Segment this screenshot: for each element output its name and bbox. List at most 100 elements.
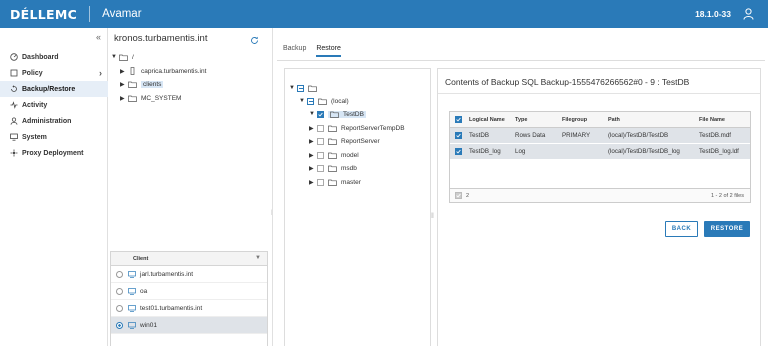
tab-restore[interactable]: Restore bbox=[316, 45, 341, 57]
row-radio[interactable] bbox=[116, 321, 123, 329]
checkbox[interactable] bbox=[317, 178, 324, 186]
tree-node-reportserver[interactable]: ▶ ReportServer bbox=[309, 135, 380, 147]
table-row[interactable]: TestDB Rows Data PRIMARY (local)/TestDB/… bbox=[450, 128, 750, 144]
refresh-icon[interactable] bbox=[250, 32, 259, 50]
back-button[interactable]: BACK bbox=[665, 221, 698, 237]
policy-icon bbox=[10, 69, 18, 77]
nav-item-administration[interactable]: Administration bbox=[0, 113, 108, 129]
client-table-header[interactable]: Client ▼ bbox=[111, 252, 267, 266]
checkbox-checked[interactable] bbox=[317, 110, 324, 118]
column-header-file-name[interactable]: File Name bbox=[699, 117, 749, 123]
checkbox[interactable] bbox=[317, 124, 324, 132]
folder-icon bbox=[330, 111, 339, 118]
footer-checkbox-cell[interactable] bbox=[450, 191, 466, 200]
table-row[interactable]: TestDB_log Log (local)/TestDB/TestDB_log… bbox=[450, 144, 750, 160]
tree-node-label: msdb bbox=[341, 164, 357, 172]
folder-icon bbox=[119, 54, 128, 61]
cell-filegroup: PRIMARY bbox=[562, 132, 591, 139]
selected-count: 2 bbox=[466, 192, 470, 199]
tree-node-reportservertempdb[interactable]: ▶ ReportServerTempDB bbox=[309, 122, 405, 134]
table-row[interactable]: jarl.turbamentis.int bbox=[111, 266, 267, 283]
top-bar: DÉLLEMC Avamar 18.1.0-33 bbox=[0, 0, 768, 28]
nav-item-policy[interactable]: Policy › bbox=[0, 65, 108, 81]
table-row[interactable]: win01 bbox=[111, 317, 267, 334]
checkbox[interactable] bbox=[317, 164, 324, 172]
collapsed-caret-icon[interactable]: ▶ bbox=[120, 95, 128, 102]
checkbox[interactable] bbox=[317, 151, 324, 159]
collapsed-caret-icon[interactable]: ▶ bbox=[120, 81, 128, 88]
expanded-caret-icon[interactable]: ▼ bbox=[111, 54, 119, 60]
tab-backup[interactable]: Backup bbox=[283, 45, 306, 57]
row-checkbox[interactable] bbox=[455, 131, 462, 139]
collapsed-caret-icon[interactable]: ▶ bbox=[309, 125, 317, 132]
collapse-nav-icon[interactable]: « bbox=[96, 32, 101, 42]
column-header-type[interactable]: Type bbox=[515, 117, 562, 123]
nav-item-system[interactable]: System bbox=[0, 129, 108, 145]
tree-node-selected: TestDB bbox=[328, 110, 366, 118]
row-radio[interactable] bbox=[116, 270, 123, 278]
select-all-checkbox[interactable] bbox=[455, 115, 462, 123]
folder-icon bbox=[328, 152, 337, 159]
checkbox-partial[interactable] bbox=[297, 84, 304, 92]
collapsed-caret-icon[interactable]: ▶ bbox=[309, 179, 317, 186]
tab-bar: Backup Restore bbox=[283, 45, 351, 57]
nav-item-label: System bbox=[22, 133, 47, 141]
collapsed-caret-icon[interactable]: ▶ bbox=[309, 138, 317, 145]
main-content: Backup Restore ▼ ▼ (local) ▼ TestDB ▶ Re… bbox=[272, 28, 768, 346]
column-header-filegroup[interactable]: Filegroup bbox=[562, 117, 608, 123]
tree-node-caprica[interactable]: ▶ caprica.turbamentis.int bbox=[120, 65, 206, 77]
tree-node-testdb[interactable]: ▼ TestDB bbox=[309, 108, 366, 120]
header-divider bbox=[89, 6, 91, 22]
tree-node-clients[interactable]: ▶ clients bbox=[120, 78, 164, 90]
dashboard-icon bbox=[10, 53, 18, 61]
tree-node-label: model bbox=[341, 151, 359, 159]
nav-item-label: Proxy Deployment bbox=[22, 149, 84, 157]
folder-icon bbox=[308, 85, 317, 92]
tree-node-root[interactable]: ▼ bbox=[289, 82, 321, 94]
nav-item-proxy-deployment[interactable]: Proxy Deployment bbox=[0, 145, 108, 161]
tree-node-model[interactable]: ▶ model bbox=[309, 149, 359, 161]
column-header-logical-name[interactable]: Logical Name bbox=[469, 117, 515, 123]
client-table: Client ▼ jarl.turbamentis.int oa test01.… bbox=[110, 251, 268, 346]
tree-node-master[interactable]: ▶ master bbox=[309, 176, 361, 188]
nav-item-label: Policy bbox=[22, 69, 43, 77]
client-icon bbox=[128, 321, 136, 329]
tree-node-label: TestDB bbox=[343, 110, 364, 118]
collapsed-caret-icon[interactable]: ▶ bbox=[120, 68, 128, 75]
footer-checkbox[interactable] bbox=[455, 191, 462, 199]
tree-node-mc-system[interactable]: ▶ MC_SYSTEM bbox=[120, 92, 181, 104]
row-checkbox-cell[interactable] bbox=[450, 147, 469, 156]
expanded-caret-icon[interactable]: ▼ bbox=[299, 98, 307, 104]
expanded-caret-icon[interactable]: ▼ bbox=[289, 85, 297, 91]
row-radio[interactable] bbox=[116, 287, 123, 295]
tree-node-label: master bbox=[341, 178, 361, 186]
collapsed-caret-icon[interactable]: ▶ bbox=[309, 165, 317, 172]
nav-item-backup-restore[interactable]: Backup/Restore bbox=[0, 81, 108, 97]
select-all-cell[interactable] bbox=[450, 115, 469, 124]
row-checkbox[interactable] bbox=[455, 147, 462, 155]
panel-resize-handle[interactable]: ‖ bbox=[431, 213, 434, 220]
row-radio[interactable] bbox=[116, 304, 123, 312]
tree-node-label: MC_SYSTEM bbox=[141, 94, 182, 102]
nav-item-dashboard[interactable]: Dashboard bbox=[0, 49, 108, 65]
tree-node-label: caprica.turbamentis.int bbox=[141, 67, 207, 75]
filter-icon[interactable]: ▼ bbox=[255, 255, 261, 261]
restore-button[interactable]: RESTORE bbox=[704, 221, 750, 237]
tree-node-msdb[interactable]: ▶ msdb bbox=[309, 162, 357, 174]
checkbox-partial[interactable] bbox=[307, 97, 314, 105]
nav-item-activity[interactable]: Activity bbox=[0, 97, 108, 113]
tree-node-local-instance[interactable]: ▼ (local) bbox=[299, 95, 349, 107]
client-icon bbox=[128, 287, 136, 295]
table-row[interactable]: oa bbox=[111, 283, 267, 300]
checkbox[interactable] bbox=[317, 137, 324, 145]
user-icon[interactable] bbox=[743, 7, 754, 25]
cell-logical-name: TestDB_log bbox=[469, 148, 501, 155]
column-header-path[interactable]: Path bbox=[608, 117, 699, 123]
row-checkbox-cell[interactable] bbox=[450, 131, 469, 140]
expanded-caret-icon[interactable]: ▼ bbox=[309, 111, 317, 117]
collapsed-caret-icon[interactable]: ▶ bbox=[309, 152, 317, 159]
tree-node-root[interactable]: ▼ / bbox=[111, 51, 134, 63]
table-row[interactable]: test01.turbamentis.int bbox=[111, 300, 267, 317]
chevron-right-icon: › bbox=[99, 68, 102, 78]
client-name: win01 bbox=[140, 321, 157, 329]
